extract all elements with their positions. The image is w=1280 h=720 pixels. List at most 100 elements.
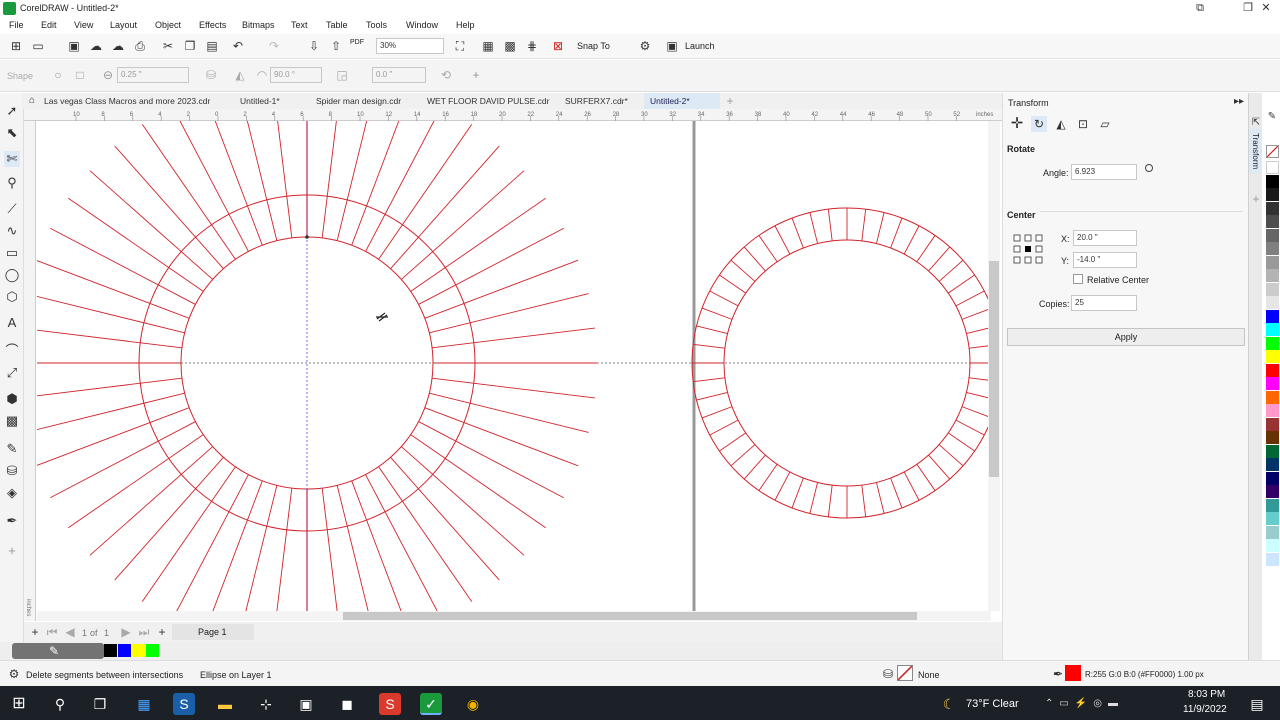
outline-width-field[interactable]: 0.25 " [117, 67, 189, 83]
smart-fill-icon[interactable]: ◈ [4, 485, 20, 501]
ring-tick[interactable] [861, 485, 867, 517]
folder-icon[interactable]: ▬ [214, 693, 236, 715]
restore-down-icon[interactable]: ⧉ [1180, 0, 1220, 18]
file-explorer-icon[interactable]: ▦ [133, 693, 155, 715]
previous-page-icon[interactable]: ◀ [62, 624, 78, 640]
show-guides-icon[interactable]: ⋕ [524, 38, 540, 54]
ring-tick[interactable] [696, 325, 728, 335]
snagit-icon[interactable]: S [379, 693, 401, 715]
ray-line[interactable] [37, 294, 185, 334]
menu-object[interactable]: Object [155, 20, 181, 30]
ring-tick[interactable] [809, 212, 819, 244]
paste-icon[interactable]: ▤ [204, 38, 220, 54]
angle-input[interactable]: 6.923 [1071, 164, 1137, 180]
page-1-tab[interactable]: Page 1 [172, 624, 254, 640]
ring-tick[interactable] [696, 391, 728, 401]
ray-line[interactable] [204, 480, 263, 611]
ray-line[interactable] [141, 466, 236, 602]
color-swatch[interactable] [1266, 363, 1279, 377]
menu-help[interactable]: Help [456, 20, 475, 30]
show-rulers-icon[interactable]: ▦ [480, 38, 496, 54]
rectangle-tool-icon[interactable]: ▭ [4, 245, 20, 261]
color-swatch[interactable] [1266, 323, 1279, 336]
ring-tick[interactable] [719, 274, 747, 294]
ring-tick[interactable] [701, 406, 733, 419]
copy-icon[interactable]: ❐ [182, 38, 198, 54]
ray-line[interactable] [351, 480, 410, 611]
import-icon[interactable]: ⇩ [306, 38, 322, 54]
polygon-tool-icon[interactable]: ⬡ [4, 289, 20, 305]
ray-line[interactable] [321, 488, 342, 611]
ring-tick[interactable] [709, 419, 739, 436]
size-tab-icon[interactable]: ⊡ [1075, 116, 1091, 132]
redo-icon[interactable]: ↷ [266, 38, 282, 54]
ring-tick[interactable] [758, 235, 778, 263]
export-icon[interactable]: ⇧ [328, 38, 344, 54]
tab-untitled-1[interactable]: Untitled-1* [234, 93, 286, 109]
arc-icon[interactable]: ◠ [254, 67, 270, 83]
ring-tick[interactable] [903, 471, 920, 501]
full-screen-icon[interactable]: ⛶ [452, 38, 468, 54]
ring-tick[interactable] [758, 463, 778, 491]
outline-width-icon[interactable]: ⊖ [100, 67, 116, 83]
options-gear-icon[interactable]: ⚙ [637, 38, 653, 54]
ray-line[interactable] [68, 434, 204, 529]
launch-dropdown[interactable]: Launch [685, 41, 715, 51]
text-tool-icon[interactable]: A [4, 315, 20, 331]
ring-tick[interactable] [875, 482, 885, 514]
ring-tick[interactable] [693, 343, 725, 349]
ring-tick[interactable] [903, 225, 920, 255]
center-y-input[interactable]: -14.0 " [1073, 252, 1137, 268]
palette-eyedropper-icon[interactable]: ✎ [1264, 109, 1280, 125]
tray-icons[interactable]: ⌃▭⚡◎▬ [1045, 698, 1124, 709]
color-swatch[interactable] [1266, 512, 1279, 525]
color-swatch[interactable] [1266, 444, 1279, 458]
ring-tick[interactable] [730, 259, 756, 282]
color-swatch[interactable] [1266, 350, 1279, 363]
ray-line[interactable] [37, 328, 182, 349]
zoom-tool-icon[interactable]: ⚲ [4, 175, 20, 191]
interactive-fill-icon[interactable]: ⛁ [4, 463, 20, 479]
document-color-swatch[interactable] [118, 644, 131, 657]
first-page-icon[interactable]: ⏮ [44, 624, 60, 640]
ring-tick[interactable] [955, 419, 985, 436]
color-swatch[interactable] [1266, 525, 1279, 539]
search-icon[interactable]: ⚲ [49, 693, 71, 715]
anchor-point-grid[interactable] [1013, 234, 1043, 264]
ring-tick[interactable] [961, 307, 991, 320]
ray-line[interactable] [37, 377, 182, 398]
add-property-icon[interactable]: + [468, 67, 484, 83]
horizontal-scrollbar[interactable] [37, 611, 991, 621]
menu-bitmaps[interactable]: Bitmaps [242, 20, 275, 30]
ring-tick[interactable] [928, 246, 951, 272]
color-swatch[interactable] [1266, 552, 1279, 566]
ring-tick[interactable] [938, 259, 964, 282]
add-docker-icon[interactable]: + [1248, 191, 1264, 207]
color-swatch[interactable] [1266, 458, 1279, 471]
ray-line[interactable] [238, 485, 278, 611]
apply-button[interactable]: Apply [1007, 328, 1245, 346]
drawing-canvas[interactable] [37, 121, 991, 611]
chrome-icon[interactable]: ◉ [462, 693, 484, 715]
windows-start-icon[interactable]: ⊞ [8, 693, 30, 715]
save-icon[interactable]: ▣ [66, 38, 82, 54]
ring-tick[interactable] [955, 290, 985, 307]
color-swatch[interactable] [1266, 417, 1279, 431]
color-swatch[interactable] [1266, 174, 1279, 188]
ray-line[interactable] [432, 327, 595, 349]
tab-las-vegas[interactable]: Las vegas Class Macros and more 2023.cdr [38, 93, 216, 109]
ring-tick[interactable] [774, 471, 791, 501]
vertical-scrollbar[interactable] [988, 121, 1000, 611]
ring-tick[interactable] [709, 290, 739, 307]
color-swatch[interactable] [1266, 498, 1279, 512]
ellipse-tool-icon[interactable]: ◯ [4, 267, 20, 283]
tab-wet-floor[interactable]: WET FLOOR DAVID PULSE.cdr [421, 93, 556, 109]
ray-line[interactable] [365, 474, 442, 611]
ring-tick[interactable] [861, 209, 867, 241]
ring-tick[interactable] [791, 217, 804, 249]
docker-expand-icon[interactable]: ▸▸ [1231, 94, 1247, 110]
pick-tool-icon[interactable]: ➚ [4, 103, 20, 119]
ray-line[interactable] [321, 121, 342, 238]
launch-icon[interactable]: ▣ [664, 38, 680, 54]
skew-tab-icon[interactable]: ▱ [1097, 116, 1113, 132]
